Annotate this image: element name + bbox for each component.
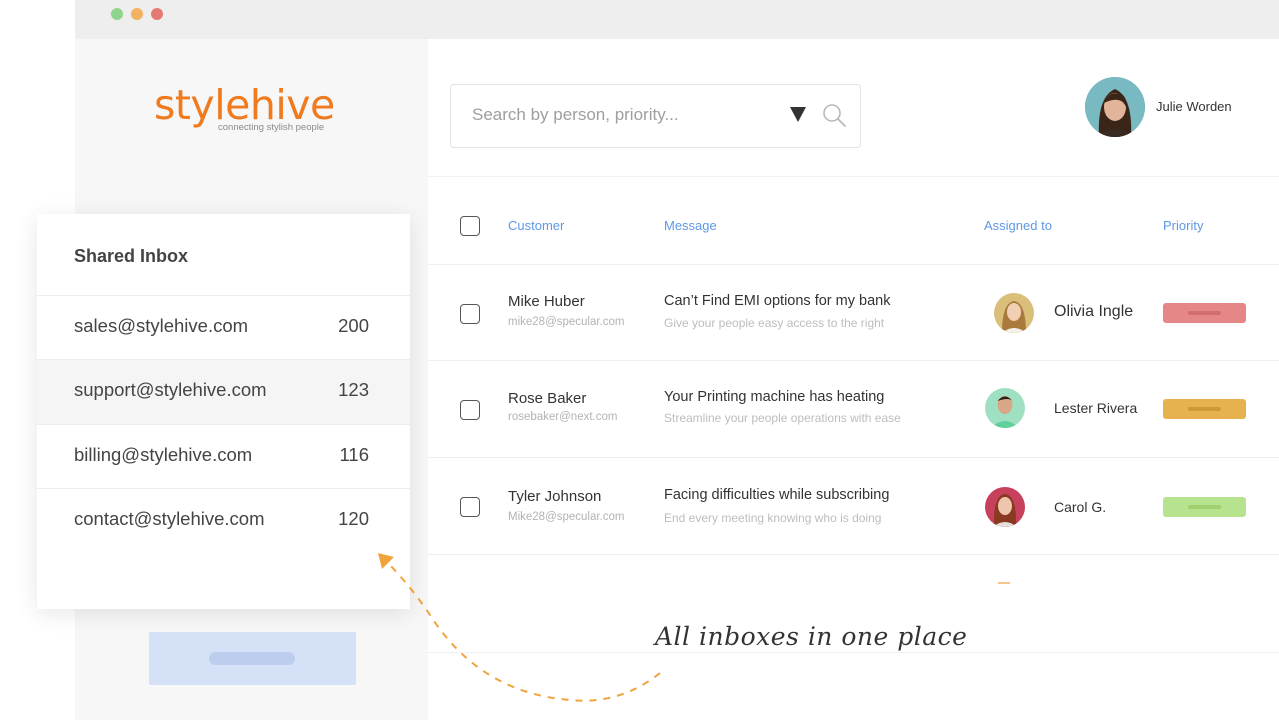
customer-name: Tyler Johnson	[508, 488, 602, 505]
message-preview: Streamline your people operations with e…	[664, 411, 901, 425]
user-name[interactable]: Julie Worden	[1156, 99, 1232, 114]
inbox-email: support@stylehive.com	[74, 379, 267, 400]
partial-avatar	[998, 582, 1010, 584]
priority-badge[interactable]	[1163, 497, 1246, 517]
assignee-name: Carol G.	[1054, 499, 1107, 515]
traffic-light-red[interactable]	[151, 8, 163, 20]
inbox-email: contact@stylehive.com	[74, 508, 265, 529]
inbox-count: 120	[338, 508, 369, 529]
message-title[interactable]: Facing difficulties while subscribing	[664, 487, 889, 503]
search-placeholder: Search by person, priority...	[472, 105, 679, 124]
customer-name: Mike Huber	[508, 293, 585, 310]
inbox-item[interactable]: contact@stylehive.com 120	[37, 488, 410, 553]
inbox-email: sales@stylehive.com	[74, 315, 249, 336]
row-divider	[428, 264, 1279, 265]
assignee-name: Lester Rivera	[1054, 400, 1138, 416]
inbox-count: 123	[338, 379, 369, 400]
column-header-message[interactable]: Message	[664, 218, 717, 233]
filter-dropdown-icon[interactable]	[790, 107, 806, 122]
shared-inbox-title: Shared Inbox	[74, 246, 189, 266]
message-preview: End every meeting knowing who is doing	[664, 511, 882, 525]
row-divider	[428, 457, 1279, 458]
inbox-item[interactable]: sales@stylehive.com 200	[37, 295, 410, 360]
traffic-light-yellow[interactable]	[131, 8, 143, 20]
search-icon[interactable]	[822, 103, 848, 129]
select-all-checkbox[interactable]	[460, 216, 480, 236]
priority-badge[interactable]	[1163, 399, 1246, 419]
placeholder-button[interactable]	[149, 632, 356, 685]
annotation-text: All inboxes in one place	[655, 622, 968, 651]
column-header-assigned[interactable]: Assigned to	[984, 218, 1052, 233]
customer-email: rosebaker@next.com	[508, 411, 618, 423]
inbox-email: billing@stylehive.com	[74, 444, 253, 465]
message-title[interactable]: Your Printing machine has heating	[664, 389, 884, 405]
brand-tagline: connecting stylish people	[218, 122, 325, 133]
header-divider	[428, 176, 1279, 177]
assignee-avatar	[985, 388, 1025, 428]
priority-badge[interactable]	[1163, 303, 1246, 323]
window-titlebar	[75, 0, 1279, 39]
assignee-avatar	[985, 487, 1025, 527]
row-divider	[428, 360, 1279, 361]
customer-email: Mike28@specular.com	[508, 511, 625, 523]
column-header-customer[interactable]: Customer	[508, 218, 564, 233]
row-checkbox[interactable]	[460, 497, 480, 517]
inbox-count: 116	[339, 444, 370, 465]
traffic-light-green[interactable]	[111, 8, 123, 20]
customer-email: mike28@specular.com	[508, 316, 625, 328]
inbox-item[interactable]: support@stylehive.com 123	[37, 359, 410, 424]
message-title[interactable]: Can’t Find EMI options for my bank	[664, 293, 890, 309]
assignee-avatar	[994, 293, 1034, 333]
message-preview: Give your people easy access to the righ…	[664, 316, 885, 330]
search-bar[interactable]: Search by person, priority...	[450, 84, 861, 148]
assignee-name: Olivia Ingle	[1054, 303, 1134, 320]
row-checkbox[interactable]	[460, 304, 480, 324]
column-header-priority[interactable]: Priority	[1163, 218, 1203, 233]
user-avatar[interactable]	[1085, 77, 1145, 137]
placeholder-button-label	[209, 652, 295, 665]
row-checkbox[interactable]	[460, 400, 480, 420]
inbox-item[interactable]: billing@stylehive.com 116	[37, 424, 410, 489]
customer-name: Rose Baker	[508, 390, 587, 407]
shared-inbox-card: Shared Inbox sales@stylehive.com 200 sup…	[37, 214, 410, 609]
inbox-count: 200	[338, 315, 369, 336]
dashed-arrow-icon	[378, 553, 661, 702]
